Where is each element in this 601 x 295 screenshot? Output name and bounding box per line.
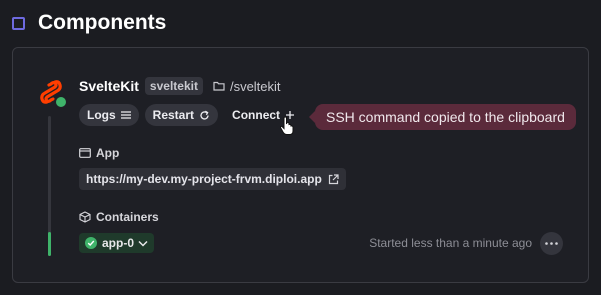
app-label-text: App <box>96 146 120 160</box>
folder-icon <box>213 81 225 91</box>
restart-button[interactable]: Restart <box>144 104 219 126</box>
app-section-label: App <box>79 146 119 160</box>
containers-label-text: Containers <box>96 210 159 224</box>
service-name-row: SvelteKit sveltekit /sveltekit <box>79 76 281 96</box>
service-path-text: /sveltekit <box>229 78 281 94</box>
menu-lines-icon <box>120 111 131 119</box>
logs-button[interactable]: Logs <box>79 104 139 126</box>
restart-label: Restart <box>152 108 195 122</box>
refresh-icon <box>200 110 209 120</box>
containers-section-label: Containers <box>79 210 159 224</box>
container-app-0[interactable]: app-0 <box>79 233 155 253</box>
connect-label: Connect <box>232 108 281 122</box>
square-icon <box>12 16 25 30</box>
app-url-text: https://my-dev.my-project-frvm.diploi.ap… <box>86 172 322 186</box>
started-timestamp: Started less than a minute ago <box>369 236 532 250</box>
hand-cursor-icon <box>279 116 294 135</box>
cube-icon <box>79 211 91 223</box>
section-header: Components <box>12 8 166 38</box>
ellipsis-icon <box>545 242 558 245</box>
app-url-link[interactable]: https://my-dev.my-project-frvm.diploi.ap… <box>79 168 346 190</box>
check-circle-icon <box>85 237 97 249</box>
service-name: SvelteKit <box>79 78 139 94</box>
chevron-down-icon <box>138 240 148 247</box>
service-path: /sveltekit <box>213 79 281 94</box>
logs-label: Logs <box>87 108 116 122</box>
page-title: Components <box>38 11 167 34</box>
action-buttons: Logs Restart Connect <box>79 104 309 126</box>
component-card: SvelteKit sveltekit /sveltekit Logs Rest… <box>12 47 589 283</box>
copied-toast: SSH command copied to the clipboard <box>309 104 576 130</box>
copied-toast-text: SSH command copied to the clipboard <box>326 109 565 125</box>
window-icon <box>79 148 91 158</box>
service-identifier-badge: sveltekit <box>144 77 203 95</box>
timeline-active-segment <box>48 232 51 256</box>
more-options-button[interactable] <box>540 232 563 255</box>
external-link-icon <box>328 173 339 184</box>
status-indicator <box>54 95 68 109</box>
container-name: app-0 <box>102 236 135 250</box>
